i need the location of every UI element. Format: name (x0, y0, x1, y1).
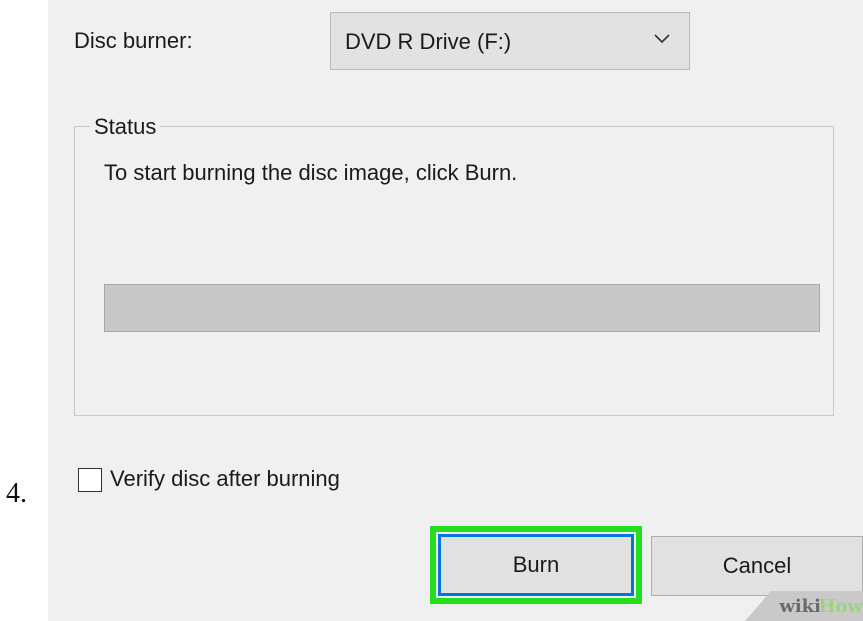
burn-disc-image-dialog: Disc burner: DVD R Drive (F:) Status To … (48, 0, 863, 621)
watermark-how: How (818, 596, 863, 617)
burn-progress-bar (104, 284, 820, 332)
disc-burner-select[interactable]: DVD R Drive (F:) (330, 12, 690, 70)
burn-button[interactable]: Burn (438, 534, 634, 596)
status-legend: Status (90, 114, 161, 140)
disc-burner-value: DVD R Drive (F:) (345, 29, 512, 54)
verify-checkbox[interactable] (78, 468, 102, 492)
chevron-down-icon (654, 34, 670, 44)
cancel-button[interactable]: Cancel (651, 536, 863, 596)
status-message: To start burning the disc image, click B… (104, 160, 518, 185)
watermark-wiki: wiki (779, 596, 821, 617)
step-number: 4. (6, 478, 27, 509)
verify-label[interactable]: Verify disc after burning (110, 466, 340, 492)
disc-burner-label: Disc burner: (74, 28, 193, 53)
